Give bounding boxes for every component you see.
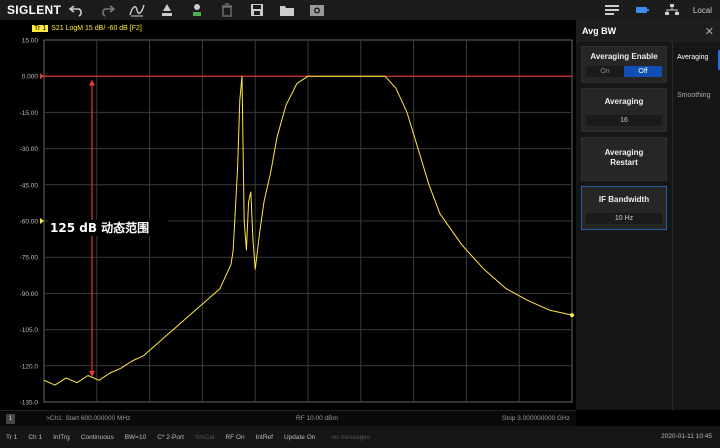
if-bandwidth-card[interactable]: IF Bandwidth 10 Hz [581, 186, 667, 230]
status-update[interactable]: Update On [284, 434, 315, 441]
averaging-card[interactable]: Averaging 16 [581, 88, 667, 132]
calibrate-icon[interactable] [188, 2, 206, 18]
s21-chart[interactable]: 15.00 0.000 -15.00 -30.00 -45.00 -60.00 -75.00… [0, 20, 576, 410]
panel-title: Avg BW [582, 26, 617, 36]
trace-title-text: S21 LogM 15 dB/ -60 dB [F2] [51, 25, 142, 32]
status-strip: 1 >Ch1: Start 600.000000 MHz RF 10.00 dB… [0, 410, 576, 426]
panel-tabs: Averaging Smoothing [672, 42, 720, 410]
averaging-restart-button[interactable]: Averaging Restart [581, 137, 667, 181]
if-bandwidth-value[interactable]: 10 Hz [586, 213, 662, 224]
marker-icon[interactable] [158, 2, 176, 18]
close-icon[interactable]: ✕ [705, 25, 714, 38]
trace-title[interactable]: Tr 1 S21 LogM 15 dB/ -60 dB [F2] [32, 25, 142, 32]
y-tick-label: -120.0 [20, 363, 39, 370]
battery-icon [633, 2, 651, 18]
channel-badge[interactable]: 1 [6, 414, 15, 424]
y-tick-label: -30.00 [20, 146, 39, 153]
y-tick-label: -90.00 [20, 291, 39, 298]
stop-frequency[interactable]: Stop 3.000000000 GHz [502, 415, 570, 422]
status-int-ref[interactable]: IntRef [256, 434, 273, 441]
brand-logo: SIGLENT [7, 3, 62, 17]
tab-averaging[interactable]: Averaging [673, 42, 720, 80]
reference-marker-scale [40, 218, 44, 224]
tab-smoothing[interactable]: Smoothing [673, 80, 720, 118]
undo-icon[interactable] [68, 2, 86, 18]
status-smooth-cal[interactable]: SmCal [195, 434, 215, 441]
local-label[interactable]: Local [693, 6, 712, 15]
rf-power[interactable]: RF 10.00 dBm [296, 415, 338, 422]
y-tick-label: 0.000 [22, 74, 39, 81]
redo-icon[interactable] [98, 2, 116, 18]
y-tick-label: -60.00 [20, 219, 39, 226]
panel-body: Averaging Enable On Off Averaging 16 Ave… [576, 42, 672, 410]
y-axis-ticks: 15.00 0.000 -15.00 -30.00 -45.00 -60.00 -75.00… [20, 38, 44, 407]
if-bandwidth-label: IF Bandwidth [598, 195, 650, 204]
averaging-enable-card[interactable]: Averaging Enable On Off [581, 46, 667, 83]
screenshot-icon[interactable] [308, 2, 326, 18]
trace-badge[interactable]: Tr 1 [32, 25, 49, 32]
averaging-restart-label: Averaging Restart [604, 148, 644, 167]
display-icon[interactable] [603, 2, 621, 18]
y-tick-label: 15.00 [22, 38, 39, 45]
status-messages: no messages [331, 433, 371, 441]
averaging-off-option[interactable]: Off [624, 66, 662, 77]
y-tick-label: -45.00 [20, 182, 39, 189]
status-trace[interactable]: Tr 1 [6, 434, 17, 441]
y-tick-label: -135.0 [20, 400, 39, 407]
status-calibration[interactable]: C* 2-Port [157, 434, 184, 441]
dynamic-range-annotation: 125 dB 动态范围 [50, 220, 149, 235]
status-bandwidth[interactable]: BW=10 [125, 434, 147, 441]
start-frequency[interactable]: >Ch1: Start 600.000000 MHz [46, 415, 130, 422]
plot-area[interactable]: 15.00 0.000 -15.00 -30.00 -45.00 -60.00 -75.00… [0, 20, 576, 410]
averaging-enable-label: Averaging Enable [590, 52, 658, 61]
bottom-status-bar: Tr 1 Ch 1 IntTrg Continuous BW=10 C* 2-P… [0, 426, 720, 448]
network-icon[interactable] [663, 2, 681, 18]
auto-scale-icon[interactable] [128, 2, 146, 18]
averaging-value[interactable]: 16 [586, 115, 662, 126]
y-tick-label: -75.00 [20, 255, 39, 262]
trace-end-marker [570, 313, 574, 318]
open-folder-icon[interactable] [278, 2, 296, 18]
datetime: 2020-01-11 10:45 [661, 433, 712, 440]
delete-icon[interactable] [218, 2, 236, 18]
save-icon[interactable] [248, 2, 266, 18]
status-sweep-mode[interactable]: Continuous [81, 434, 114, 441]
status-rf-on[interactable]: RF On [225, 434, 244, 441]
averaging-on-option[interactable]: On [586, 66, 624, 77]
status-trigger[interactable]: IntTrg [53, 434, 70, 441]
averaging-label: Averaging [604, 97, 644, 106]
reference-marker-0db [40, 73, 44, 80]
top-toolbar: SIGLENT Local [0, 0, 720, 20]
arrow-head-up [89, 79, 95, 86]
y-tick-label: -105.0 [20, 327, 39, 334]
averaging-enable-toggle[interactable]: On Off [586, 66, 662, 77]
panel-header: Avg BW ✕ [576, 20, 720, 42]
status-channel[interactable]: Ch 1 [28, 434, 42, 441]
y-tick-label: -15.00 [20, 110, 39, 117]
avg-bw-panel: Avg BW ✕ Averaging Enable On Off Averagi… [576, 20, 720, 410]
